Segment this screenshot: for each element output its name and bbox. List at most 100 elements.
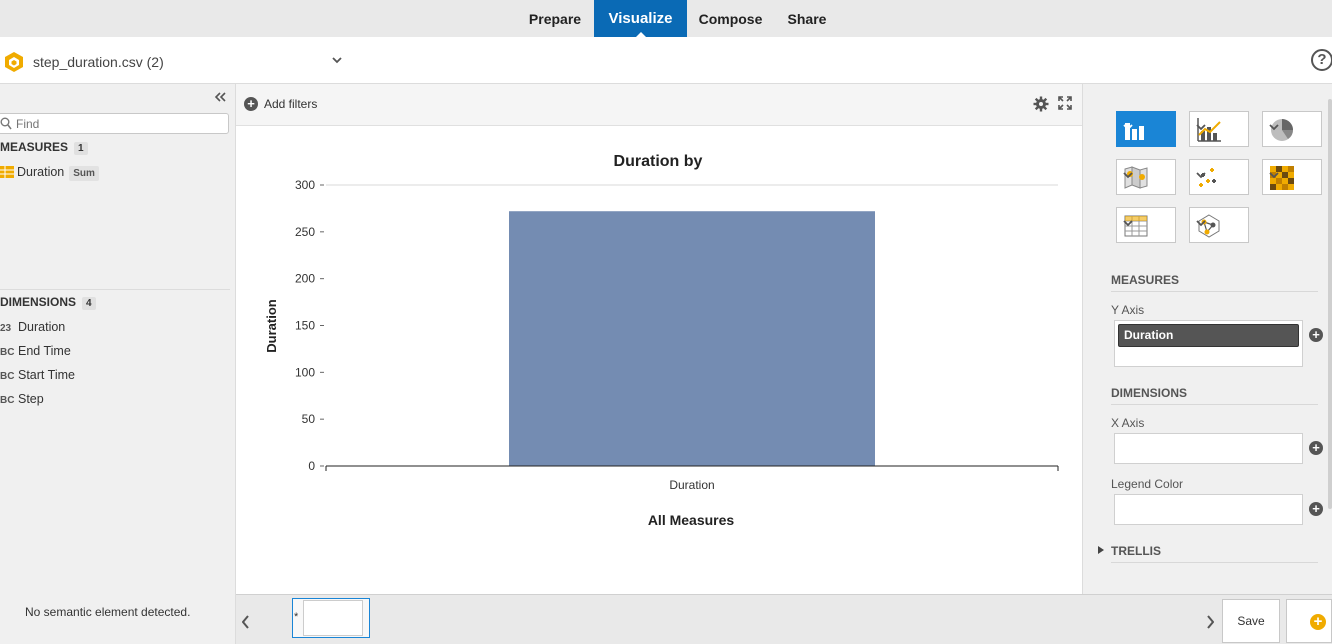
- x-tick-label: Duration: [669, 478, 714, 492]
- settings-gear-icon[interactable]: [1033, 96, 1049, 115]
- measure-icon: [0, 166, 14, 181]
- combo-chart-type-button[interactable]: [1189, 111, 1249, 147]
- dataset-icon: [3, 51, 25, 76]
- x-axis-slot-label: X Axis: [1111, 416, 1145, 430]
- chevron-down-icon: [1269, 124, 1279, 131]
- dimension-label: Duration: [18, 320, 66, 334]
- numeric-type-icon: 23: [0, 323, 12, 334]
- y-tick-label: 100: [295, 365, 315, 379]
- chart-canvas: + Add filters Duration by Duration All M…: [236, 84, 1082, 594]
- trellis-title: TRELLIS: [1111, 544, 1161, 558]
- filter-bar: + Add filters: [236, 84, 1082, 126]
- dataset-bar: step_duration.csv (2) ?: [0, 37, 1332, 84]
- scroll-left-icon[interactable]: [241, 615, 250, 632]
- text-type-icon: BC: [0, 395, 15, 406]
- y-tick-label: 250: [295, 225, 315, 239]
- network-chart-type-button[interactable]: [1189, 207, 1249, 243]
- scatter-chart-type-button[interactable]: [1189, 159, 1249, 195]
- chevron-down-icon: [1196, 220, 1206, 227]
- x-axis: Duration: [325, 465, 1059, 492]
- page-preview: [303, 600, 363, 636]
- chevron-down-icon: [1196, 172, 1206, 179]
- expand-icon[interactable]: [1058, 96, 1072, 113]
- add-page-button[interactable]: +: [1286, 599, 1332, 643]
- scroll-right-icon[interactable]: [1206, 615, 1215, 632]
- measures-header: MEASURES 1: [0, 140, 88, 155]
- section-divider: [0, 289, 230, 290]
- geo-map-type-button[interactable]: [1116, 159, 1176, 195]
- measure-item-duration[interactable]: Duration Sum: [0, 165, 99, 181]
- add-legend-color-icon[interactable]: +: [1309, 502, 1323, 516]
- table-type-button[interactable]: [1116, 207, 1176, 243]
- add-x-axis-icon[interactable]: +: [1309, 441, 1323, 455]
- collapse-panel-icon[interactable]: [213, 91, 227, 106]
- dimension-item-start-time[interactable]: BC Start Time: [0, 368, 75, 382]
- y-tick-label: 150: [295, 319, 315, 333]
- dimension-item-end-time[interactable]: BC End Time: [0, 344, 71, 358]
- add-page-icon: +: [1310, 614, 1326, 630]
- bar[interactable]: [509, 211, 875, 466]
- y-axis-slot-label: Y Axis: [1111, 303, 1145, 317]
- find-field[interactable]: [0, 113, 229, 134]
- bar-chart: Duration by Duration All Measures 0 50 100…: [264, 153, 1059, 528]
- dimensions-title: DIMENSIONS: [0, 295, 77, 309]
- y-tick-label: 200: [295, 272, 315, 286]
- search-icon: [0, 117, 12, 133]
- save-button[interactable]: Save: [1222, 599, 1280, 643]
- y-tick-label: 0: [308, 459, 315, 473]
- dataset-title[interactable]: step_duration.csv (2): [33, 54, 164, 70]
- aggregation-badge: Sum: [69, 166, 99, 181]
- dimensions-count: 4: [82, 297, 96, 310]
- data-panel: MEASURES 1 Duration Sum DIMENSIONS 4 23 Dura…: [0, 84, 236, 644]
- bar-chart-type-button[interactable]: [1116, 111, 1176, 147]
- semantic-status: No semantic element detected.: [25, 605, 191, 619]
- y-axis-measure-chip[interactable]: Duration: [1118, 324, 1299, 347]
- caret-right-icon: [1098, 546, 1104, 554]
- x-axis-dropzone[interactable]: [1114, 433, 1303, 464]
- section-divider: [1111, 562, 1318, 563]
- section-divider: [1111, 291, 1318, 292]
- measures-title: MEASURES: [0, 140, 69, 154]
- tab-prepare[interactable]: Prepare: [516, 0, 594, 37]
- find-input[interactable]: [16, 115, 216, 132]
- dataset-dropdown-icon[interactable]: [331, 54, 343, 68]
- add-filter-icon[interactable]: +: [244, 97, 258, 111]
- bar-series: [509, 211, 875, 466]
- text-type-icon: BC: [0, 371, 15, 382]
- chevron-down-icon: [1123, 172, 1133, 179]
- tab-share[interactable]: Share: [774, 0, 840, 37]
- chart-title: Duration by: [614, 153, 703, 170]
- tab-visualize[interactable]: Visualize: [594, 0, 687, 37]
- builder-dimensions-title: DIMENSIONS: [1111, 386, 1188, 400]
- dimension-label: Step: [18, 392, 44, 406]
- top-navigation: Prepare Visualize Compose Share: [0, 0, 1332, 37]
- add-y-axis-icon[interactable]: +: [1309, 328, 1323, 342]
- chevron-down-icon: [1123, 220, 1133, 227]
- legend-color-slot-label: Legend Color: [1111, 477, 1184, 491]
- heatmap-type-button[interactable]: [1262, 159, 1322, 195]
- dimensions-header: DIMENSIONS 4: [0, 295, 96, 310]
- dimension-label: Start Time: [18, 368, 75, 382]
- measure-label: Duration: [17, 165, 65, 179]
- panel-scrollbar[interactable]: [1328, 99, 1332, 509]
- tab-compose[interactable]: Compose: [687, 0, 774, 37]
- x-axis-label: All Measures: [648, 512, 735, 528]
- chevron-down-icon: [1123, 124, 1133, 131]
- legend-color-dropzone[interactable]: [1114, 494, 1303, 525]
- dimension-label: End Time: [18, 344, 71, 358]
- builder-measures-title: MEASURES: [1111, 273, 1180, 287]
- page-thumbnail[interactable]: *: [292, 598, 370, 638]
- measures-count: 1: [74, 142, 88, 155]
- y-axis-label: Duration: [264, 299, 279, 353]
- help-icon[interactable]: ?: [1311, 49, 1332, 71]
- dimension-item-step[interactable]: BC Step: [0, 392, 44, 406]
- chevron-down-icon: [1196, 124, 1206, 131]
- pie-chart-type-button[interactable]: [1262, 111, 1322, 147]
- y-axis-dropzone[interactable]: Duration: [1114, 320, 1303, 367]
- dimension-item-duration[interactable]: 23 Duration: [0, 320, 65, 334]
- add-filters-button[interactable]: Add filters: [264, 97, 317, 111]
- chevron-down-icon: [1269, 172, 1279, 179]
- text-type-icon: BC: [0, 347, 15, 358]
- chart-builder-panel: MEASURES Y Axis Duration + DIMENSIONS X …: [1082, 84, 1332, 594]
- page-unsaved-marker: *: [294, 611, 299, 623]
